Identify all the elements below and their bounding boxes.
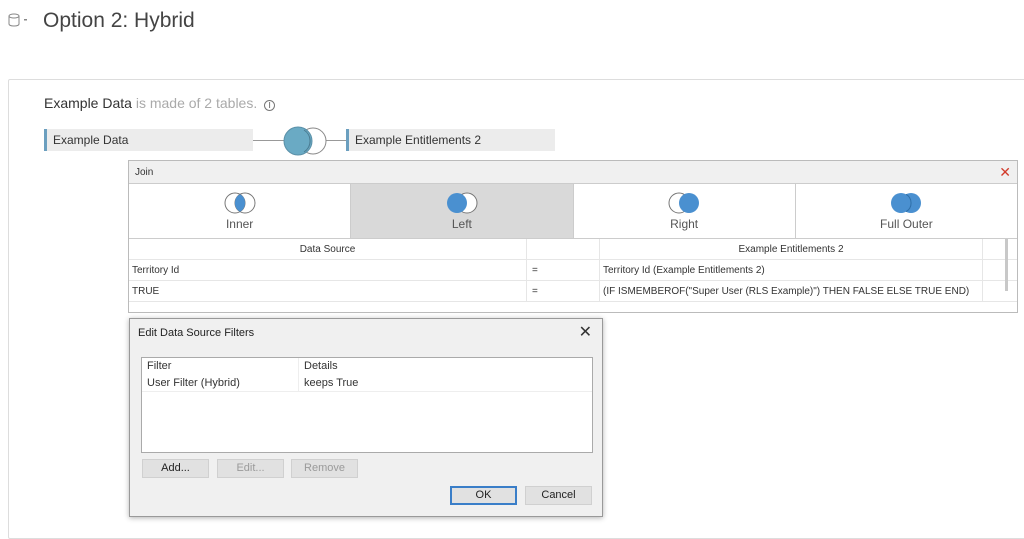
filter-row[interactable]: User Filter (Hybrid) keeps True [142,375,592,392]
filter-list[interactable]: Filter Details User Filter (Hybrid) keeps … [141,357,593,453]
data-source-summary: Example Data is made of 2 tables. i [44,95,276,111]
add-button[interactable]: Add... [142,459,209,478]
join-columns-header: Data Source Example Entitlements 2 [129,239,1017,260]
source-name: Example Data [44,95,132,111]
join-type-left[interactable]: Left [351,184,574,238]
join-header: Join ✕ [129,161,1017,184]
scrollbar[interactable] [1005,239,1008,291]
join-clause-row[interactable]: Territory Id = Territory Id (Example Ent… [129,260,1017,281]
remove-button[interactable]: Remove [291,459,358,478]
dialog-title: Edit Data Source Filters [138,327,255,339]
right-table[interactable]: Example Entitlements 2 [346,129,555,151]
close-icon[interactable]: ✕ [579,322,592,342]
edit-button[interactable]: Edit... [217,459,284,478]
join-type-right[interactable]: Right [574,184,796,238]
right-join-icon [668,192,700,214]
database-icon[interactable] [8,13,34,32]
join-panel: Join ✕ Inner Left Right Full Outer Data … [128,160,1018,313]
ok-button[interactable]: OK [450,486,517,505]
join-type-inner[interactable]: Inner [129,184,352,238]
full-outer-join-icon [891,193,922,213]
inner-join-icon [224,192,256,214]
join-venn-icon[interactable] [280,125,330,157]
join-type-full-outer[interactable]: Full Outer [796,184,1017,238]
left-join-icon [446,192,478,214]
filter-list-header: Filter Details [142,358,592,375]
cancel-button[interactable]: Cancel [525,486,592,505]
join-clause-row[interactable]: TRUE = (IF ISMEMBEROF("Super User (RLS E… [129,281,1017,302]
edit-data-source-filters-dialog: Edit Data Source Filters ✕ Filter Details… [129,318,603,517]
summary-text: is made of 2 tables. [135,95,258,111]
close-icon[interactable]: ✕ [999,161,1011,184]
page-title: Option 2: Hybrid [43,9,195,32]
left-table[interactable]: Example Data [44,129,253,151]
join-title: Join [135,167,154,178]
info-icon[interactable]: i [264,100,276,111]
